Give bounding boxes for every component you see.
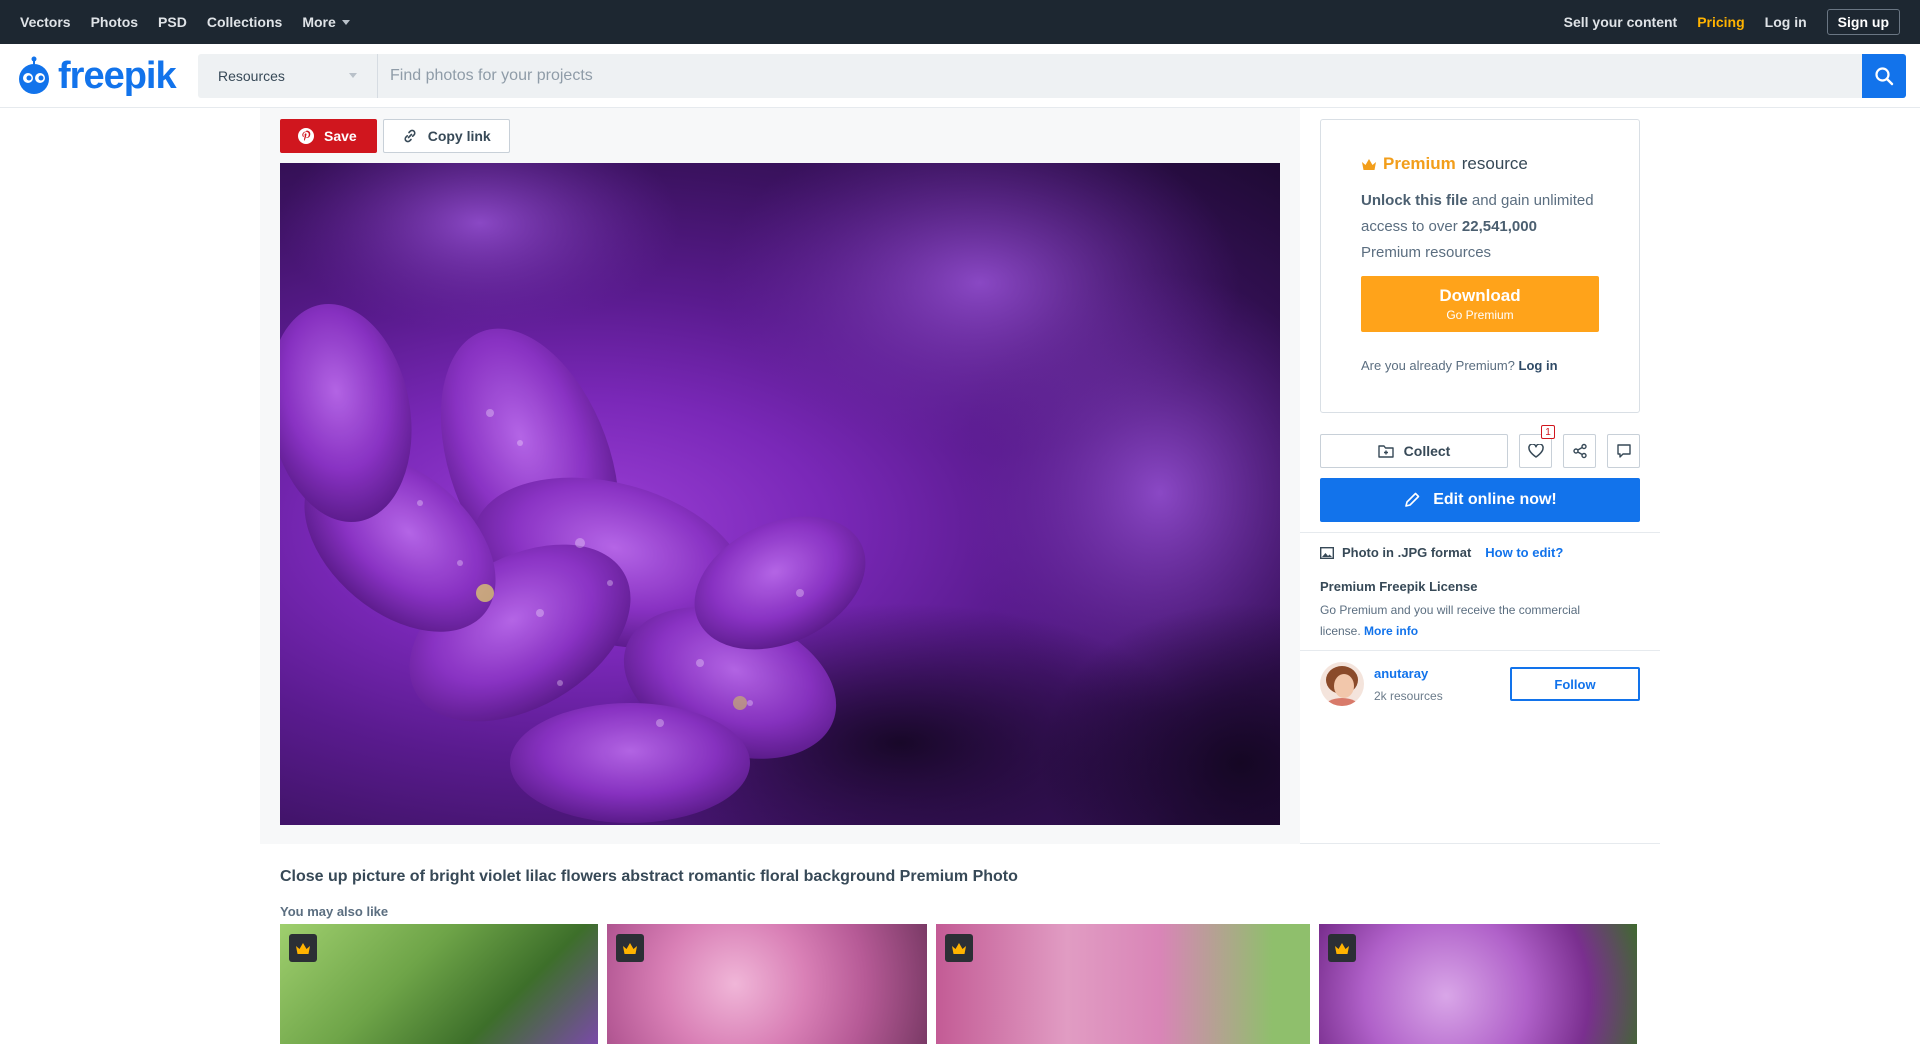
premium-title: Premium resource <box>1361 154 1599 174</box>
copy-link-label: Copy link <box>427 128 491 144</box>
more-info-link[interactable]: More info <box>1364 624 1418 638</box>
download-sublabel: Go Premium <box>1446 308 1514 322</box>
author-info: anutaray 2k resources <box>1320 662 1443 706</box>
pricing-link[interactable]: Pricing <box>1697 14 1744 30</box>
freepik-logo[interactable]: freepik <box>14 56 184 96</box>
how-to-edit-link[interactable]: How to edit? <box>1485 545 1563 560</box>
crown-icon <box>623 942 637 954</box>
related-thumb[interactable] <box>607 924 927 1044</box>
author-name[interactable]: anutaray <box>1374 666 1443 681</box>
edit-online-label: Edit online now! <box>1433 491 1557 508</box>
search-button[interactable] <box>1862 53 1906 98</box>
resource-count: 22,541,000 <box>1461 218 1537 235</box>
share-actions: Save Copy link <box>280 119 510 153</box>
signup-button[interactable]: Sign up <box>1826 9 1900 35</box>
related-thumbnails <box>280 924 1637 1044</box>
format-info: Photo in .JPG format How to edit? <box>1320 545 1563 560</box>
save-label: Save <box>324 128 357 144</box>
already-premium: Are you already Premium? Log in <box>1361 358 1599 373</box>
nav-psd[interactable]: PSD <box>158 14 187 30</box>
premium-card: Premium resource Unlock this file and ga… <box>1320 119 1640 413</box>
nav-collections[interactable]: Collections <box>207 14 282 30</box>
divider <box>1300 843 1660 844</box>
download-button[interactable]: Download Go Premium <box>1361 276 1599 332</box>
crown-icon <box>296 942 310 954</box>
pencil-icon <box>1405 492 1420 507</box>
site-header: freepik Resources <box>0 44 1920 108</box>
premium-crown-badge <box>945 934 973 962</box>
divider <box>1300 532 1660 533</box>
image-icon <box>1320 546 1334 559</box>
folder-add-icon <box>1377 445 1394 458</box>
photo-caption: Close up picture of bright violet lilac … <box>280 868 1018 885</box>
like-count-badge: 1 <box>1541 425 1555 439</box>
freepik-robot-icon <box>19 56 49 94</box>
premium-resource-word: resource <box>1461 154 1528 173</box>
format-text: Photo in .JPG format <box>1342 545 1472 560</box>
follow-button[interactable]: Follow <box>1510 667 1640 701</box>
related-thumb[interactable] <box>280 924 598 1044</box>
divider <box>1300 650 1660 651</box>
share-icon <box>1572 443 1587 459</box>
share-button[interactable] <box>1563 434 1596 468</box>
comment-button[interactable] <box>1607 434 1640 468</box>
pinterest-save-button[interactable]: Save <box>280 119 377 153</box>
nav-more-label: More <box>302 14 336 30</box>
login-link[interactable]: Log in <box>1765 14 1807 30</box>
edit-online-button[interactable]: Edit online now! <box>1320 478 1640 522</box>
top-nav-links: Vectors Photos PSD Collections More <box>20 14 350 30</box>
premium-crown-badge <box>289 934 317 962</box>
author-avatar[interactable] <box>1320 662 1364 706</box>
premium-crown-badge <box>616 934 644 962</box>
search-bar: Resources <box>198 53 1906 98</box>
main-photo-lilac[interactable] <box>280 163 1280 825</box>
comment-icon <box>1616 444 1631 458</box>
crown-icon <box>1362 158 1376 170</box>
resource-tools: Collect 1 <box>1320 425 1640 468</box>
premium-crown-badge <box>1328 934 1356 962</box>
heart-icon <box>1527 444 1544 458</box>
resource-count-label: Premium resources <box>1361 244 1492 261</box>
license-description: Go Premium and you will receive the comm… <box>1320 600 1620 642</box>
top-navigation-bar: Vectors Photos PSD Collections More Sell… <box>0 0 1920 44</box>
collect-button[interactable]: Collect <box>1320 434 1508 468</box>
chevron-down-icon <box>349 73 357 78</box>
download-label: Download <box>1439 286 1521 305</box>
related-title: You may also like <box>280 904 389 919</box>
already-premium-text: Are you already Premium? <box>1361 358 1515 373</box>
crown-icon <box>1335 942 1349 954</box>
resource-type-select[interactable]: Resources <box>198 53 378 98</box>
link-icon <box>404 129 416 143</box>
like-button[interactable]: 1 <box>1519 425 1555 468</box>
search-icon <box>1875 66 1894 85</box>
resource-select-value: Resources <box>218 67 285 84</box>
crown-icon <box>952 942 966 954</box>
logo-text: freepik <box>58 54 177 97</box>
chevron-down-icon <box>341 19 350 25</box>
nav-photos[interactable]: Photos <box>91 14 138 30</box>
copy-link-button[interactable]: Copy link <box>382 119 510 153</box>
collect-label: Collect <box>1403 443 1451 459</box>
unlock-text: Unlock this file <box>1361 192 1468 209</box>
premium-description: Unlock this file and gain unlimited acce… <box>1361 188 1599 266</box>
nav-more[interactable]: More <box>302 14 350 30</box>
pinterest-icon <box>298 128 314 144</box>
author-text: anutaray 2k resources <box>1374 666 1443 703</box>
related-thumb[interactable] <box>936 924 1310 1044</box>
license-text: Go Premium and you will receive the comm… <box>1320 603 1581 638</box>
premium-login-link[interactable]: Log in <box>1519 358 1558 373</box>
premium-word: Premium <box>1383 154 1456 173</box>
search-input[interactable] <box>378 53 1862 98</box>
sell-content-link[interactable]: Sell your content <box>1564 14 1678 30</box>
license-title: Premium Freepik License <box>1320 579 1478 594</box>
related-thumb[interactable] <box>1319 924 1637 1044</box>
author-resources: 2k resources <box>1374 688 1443 703</box>
photo-illustration <box>280 163 1280 825</box>
nav-vectors[interactable]: Vectors <box>20 14 71 30</box>
top-account-links: Sell your content Pricing Log in Sign up <box>1564 9 1900 35</box>
